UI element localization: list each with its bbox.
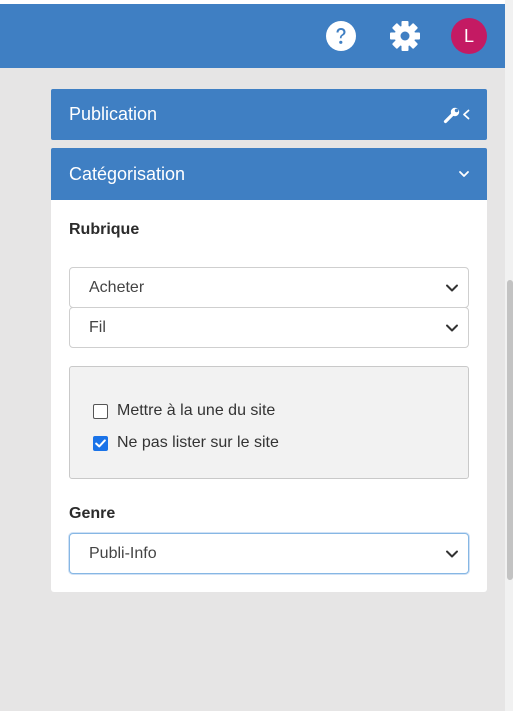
genre-select[interactable]: Publi-Info (69, 533, 469, 574)
rubrique-label: Rubrique (69, 221, 140, 238)
top-bar: L (0, 0, 505, 68)
user-avatar[interactable]: L (451, 18, 487, 54)
scrollbar-thumb[interactable] (507, 280, 513, 580)
categorisation-panel-body: Rubrique Acheter Fil Mettre à la une du … (51, 200, 487, 592)
chevron-down-icon (446, 550, 458, 557)
checkmark-icon (95, 438, 106, 447)
rubrique-select-level2[interactable]: Fil (69, 307, 469, 348)
display-options-box: Mettre à la une du site Ne pas lister su… (69, 366, 469, 479)
wrench-chevron-left-icon[interactable] (443, 106, 471, 124)
une-du-site-checkbox[interactable] (93, 403, 108, 419)
chevron-down-icon (459, 171, 469, 177)
help-button[interactable] (324, 19, 358, 53)
genre-label: Genre (69, 505, 116, 522)
chevron-down-icon (446, 324, 458, 331)
publication-panel-header[interactable]: Publication (51, 89, 487, 140)
question-circle-icon (326, 21, 356, 51)
ne-pas-lister-option[interactable]: Ne pas lister sur le site (93, 434, 279, 452)
rubrique-select-level1[interactable]: Acheter (69, 267, 469, 308)
rubrique-select-level2-value: Fil (89, 318, 106, 336)
collapse-toggle[interactable] (457, 169, 471, 179)
wrench-icon (443, 107, 460, 123)
publication-panel-title: Publication (69, 104, 158, 124)
une-du-site-option[interactable]: Mettre à la une du site (93, 402, 275, 420)
avatar-initial: L (463, 25, 474, 46)
ne-pas-lister-label: Ne pas lister sur le site (117, 434, 279, 451)
categorisation-panel-header[interactable]: Catégorisation (51, 148, 487, 200)
chevron-left-icon (463, 109, 470, 119)
une-du-site-label: Mettre à la une du site (117, 402, 276, 419)
ne-pas-lister-checkbox[interactable] (93, 435, 108, 451)
settings-button[interactable] (388, 19, 422, 53)
gear-icon (390, 21, 420, 51)
genre-select-value: Publi-Info (89, 544, 157, 562)
chevron-down-icon (446, 284, 458, 291)
rubrique-select-level1-value: Acheter (89, 278, 145, 296)
categorisation-panel-title: Catégorisation (69, 163, 186, 184)
